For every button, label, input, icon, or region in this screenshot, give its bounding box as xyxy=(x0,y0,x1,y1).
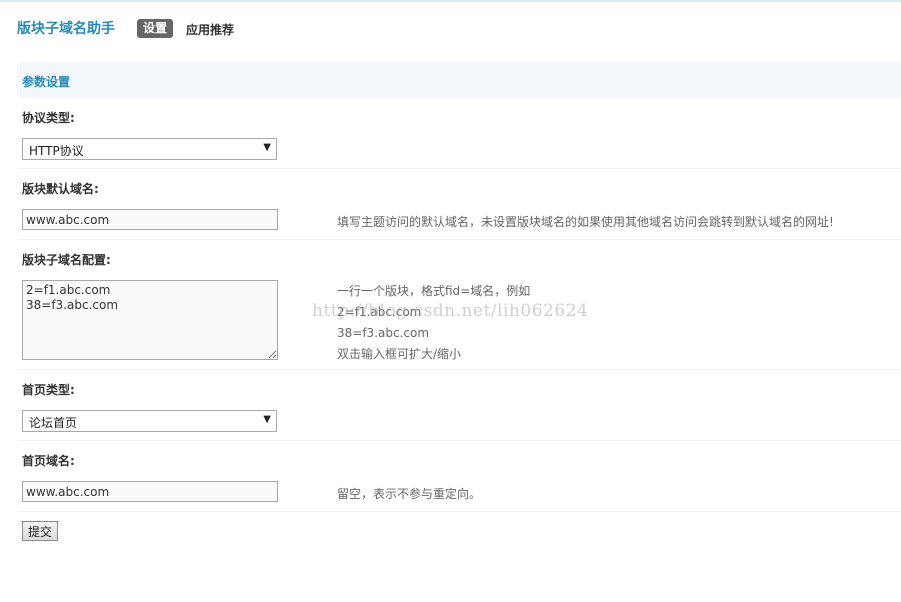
default-domain-label: 版块默认域名: xyxy=(22,182,99,196)
help-line: 一行一个版块，格式fid=域名，例如 xyxy=(337,284,531,298)
row-divider xyxy=(17,511,901,512)
watermark: http://blog.csdn.net/lih062624 xyxy=(312,301,589,321)
dropdown-arrow-icon: ▼ xyxy=(263,414,271,425)
app-title: 版块子域名助手 xyxy=(17,21,115,37)
homepage-type-select[interactable]: 论坛首页 ▼ xyxy=(22,410,277,432)
homepage-type-label: 首页类型: xyxy=(22,383,75,397)
section-title: 参数设置 xyxy=(22,75,71,89)
subdomain-config-label: 版块子域名配置: xyxy=(22,253,111,267)
help-line: 双击输入框可扩大/缩小 xyxy=(337,347,462,361)
protocol-selected-value: HTTP协议 xyxy=(29,144,84,158)
row-divider xyxy=(17,369,901,370)
tab-app-recommend[interactable]: 应用推荐 xyxy=(186,21,234,38)
protocol-label: 协议类型: xyxy=(22,111,75,125)
help-line: 38=f3.abc.com xyxy=(337,326,430,340)
default-domain-help: 填写主题访问的默认域名，未设置版块域名的如果使用其他域名访问会跳转到默认域名的网… xyxy=(337,215,834,229)
protocol-select[interactable]: HTTP协议 ▼ xyxy=(22,138,277,160)
row-divider xyxy=(17,239,901,240)
homepage-domain-label: 首页域名: xyxy=(22,454,75,468)
homepage-domain-input[interactable] xyxy=(22,481,278,502)
subdomain-config-help: 一行一个版块，格式fid=域名，例如 2=f1.abc.com 38=f3.ab… xyxy=(337,281,530,365)
dropdown-arrow-icon: ▼ xyxy=(263,142,271,153)
submit-button[interactable]: 提交 xyxy=(22,521,59,541)
homepage-type-selected-value: 论坛首页 xyxy=(29,416,78,430)
section-header: 参数设置 xyxy=(17,62,901,98)
row-divider xyxy=(17,440,901,441)
row-divider xyxy=(17,168,901,169)
app-header: 版块子域名助手 设置 应用推荐 xyxy=(0,0,901,56)
homepage-domain-help: 留空，表示不参与重定向。 xyxy=(337,487,482,501)
subdomain-config-textarea[interactable]: 2=f1.abc.com 38=f3.abc.com xyxy=(22,280,278,360)
default-domain-input[interactable] xyxy=(22,209,278,230)
tab-settings[interactable]: 设置 xyxy=(137,19,174,38)
